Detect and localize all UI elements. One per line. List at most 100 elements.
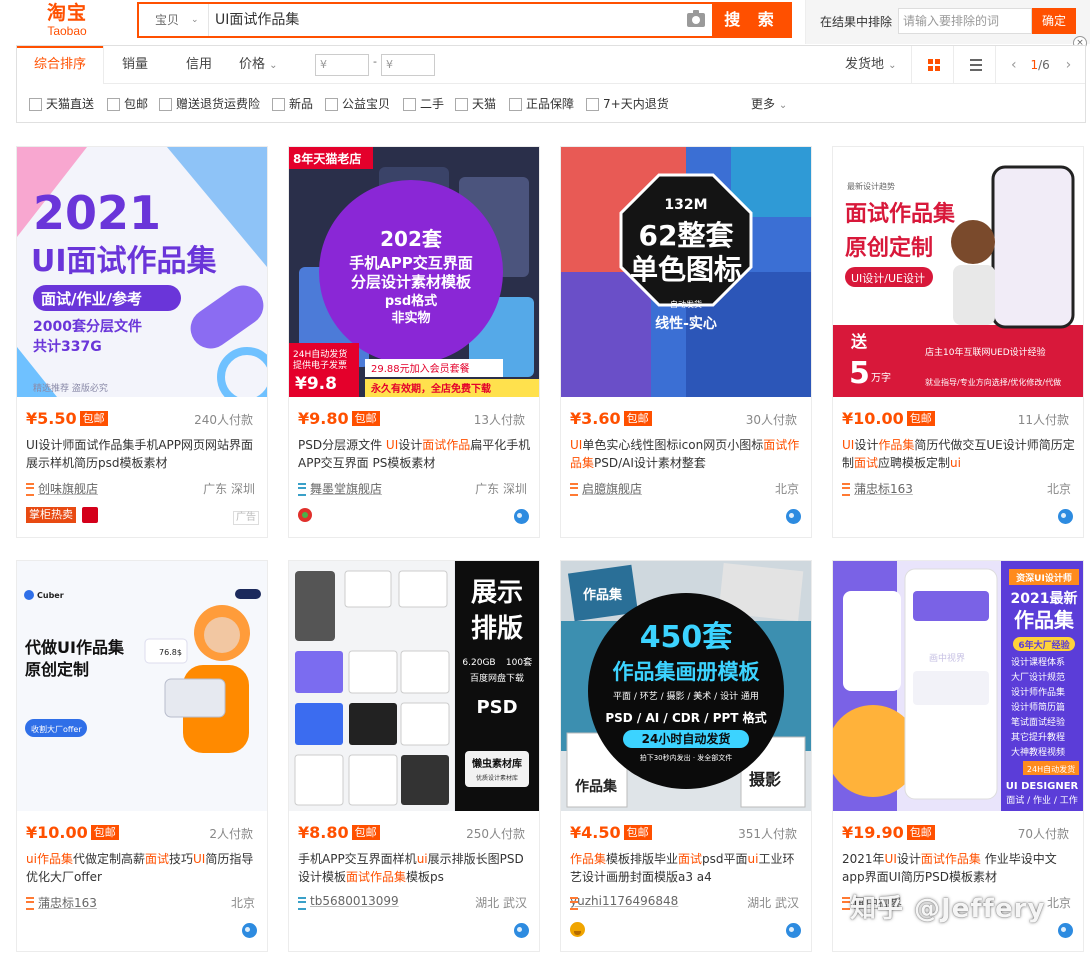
product-image[interactable]: 作品集 作品集 摄影 450套 作品集画册模板 平面 / 环艺 / 摄影 / 美… [561, 561, 811, 811]
product-image[interactable]: Cuber 代做UI作品集 原创定制 收割大厂offer 76.8$ [17, 561, 267, 811]
shop-link[interactable]: 蒲忠标163 [26, 894, 97, 911]
free-shipping-tag: 包邮 [351, 825, 380, 840]
price-max-input[interactable]: ¥ [381, 54, 435, 76]
image-text: UI面试作品集 [31, 244, 218, 279]
sort-price[interactable]: 价格 ⌄ [239, 46, 293, 84]
grid-view-icon[interactable] [928, 59, 940, 71]
wangwang-chat-icon[interactable] [1058, 923, 1073, 938]
title-highlight: UI [193, 852, 206, 866]
sold-count: 13人付款 [473, 413, 525, 427]
free-shipping-tag: 包邮 [906, 825, 935, 840]
product-image[interactable]: 展示 排版 6.20GB 100套 百度网盘下载 PSD 懒虫素材库 优质设计素… [289, 561, 539, 811]
product-image[interactable]: 最新设计趋势 面试作品集 原创定制 UI设计/UE设计 送 5 万字 店主10年… [833, 147, 1083, 397]
title-text: 技巧 [169, 852, 194, 866]
product-title[interactable]: 作品集模板排版毕业面试psd平面ui工业环艺设计画册封面模版a3 a4 [570, 850, 806, 886]
sort-sales[interactable]: 销量 [103, 46, 167, 84]
shop-link[interactable]: 启臆旗舰店 [570, 480, 642, 497]
image-text: 作品集 [575, 778, 618, 795]
checkbox-genuine[interactable]: 正品保障 [509, 96, 574, 112]
checkbox-charity[interactable]: 公益宝贝 [325, 96, 390, 112]
sort-default[interactable]: 综合排序 [17, 46, 103, 84]
chevron-down-icon: ⌄ [778, 100, 788, 111]
wangwang-chat-icon[interactable] [514, 509, 529, 524]
product-title[interactable]: ui作品集代做定制高薪面试技巧UI简历指导优化大厂offer [26, 850, 262, 886]
wangwang-chat-icon[interactable] [786, 923, 801, 938]
title-text: 模板排版毕业 [606, 852, 679, 866]
checkbox-new[interactable]: 新品 [272, 96, 313, 112]
product-title[interactable]: 2021年UI设计面试作品集 作业毕设中文app界面UI简历PSD模板素材 [842, 850, 1078, 886]
search-input[interactable] [215, 4, 685, 36]
title-highlight: ui [26, 852, 37, 866]
checkbox-secondhand[interactable]: 二手 [403, 96, 444, 112]
sort-credit[interactable]: 信用 [167, 46, 231, 84]
exclude-input[interactable]: 请输入要排除的词 [898, 8, 1032, 34]
wangwang-chat-icon[interactable] [514, 923, 529, 938]
image-text: 收割大厂offer [31, 724, 82, 734]
product-title[interactable]: UI设计作品集简历代做交互UE设计师简历定制面试应聘模板定制ui [842, 436, 1078, 472]
image-text: 原创定制 [25, 660, 89, 679]
price-min-input[interactable]: ¥ [315, 54, 369, 76]
chevron-left-icon[interactable]: ‹ [1011, 57, 1017, 73]
chevron-right-icon[interactable]: › [1066, 57, 1072, 73]
image-text: 8年天猫老店 [293, 151, 361, 166]
title-highlight: ui [950, 456, 961, 470]
ship-from-dropdown[interactable]: 发货地 ⌄ [845, 46, 897, 84]
search-type-dropdown[interactable]: 宝贝 ⌄ [139, 4, 209, 36]
image-text: 资深UI设计师 [1016, 572, 1072, 584]
image-text: 万字 [871, 371, 891, 384]
sold-count: 2人付款 [209, 827, 253, 841]
taobao-logo[interactable]: 淘宝 Taobao [37, 2, 97, 40]
image-text: 摄影 [749, 770, 781, 789]
title-highlight: 面试作品集 [346, 870, 407, 884]
sold-count: 11人付款 [1017, 413, 1069, 427]
product-title[interactable]: 手机APP交互界面样机ui展示排版长图PSD设计模板面试作品集模板ps [298, 850, 534, 886]
product-image[interactable]: 8年天猫老店 202套 手机APP交互界面 分层设计素材模板 psd格式 非实物… [289, 147, 539, 397]
camera-icon[interactable] [687, 10, 705, 27]
checkbox-7day-return[interactable]: 7+天内退货 [586, 96, 669, 112]
product-card[interactable]: 最新设计趋势 面试作品集 原创定制 UI设计/UE设计 送 5 万字 店主10年… [832, 146, 1084, 538]
wangwang-chat-icon[interactable] [242, 923, 257, 938]
checkbox-tmall[interactable]: 天猫 [455, 96, 496, 112]
checkbox-free-shipping[interactable]: 包邮 [107, 96, 148, 112]
search-button[interactable]: 搜 索 [712, 2, 792, 38]
checkbox-tmall-direct[interactable]: 天猫直送 [29, 96, 94, 112]
product-image[interactable]: 2021 UI面试作品集 面试/作业/参考 2000套分层文件 共计337G 精… [17, 147, 267, 397]
shop-link[interactable]: 蒲忠标163 [842, 480, 913, 497]
product-card[interactable]: 132M 62整套 单色图标 自动发货 线性-实心 ¥3.60 包邮 30人付款 … [560, 146, 812, 538]
product-card[interactable]: Cuber 代做UI作品集 原创定制 收割大厂offer 76.8$ ¥10.0… [16, 560, 268, 952]
product-card[interactable]: 展示 排版 6.20GB 100套 百度网盘下载 PSD 懒虫素材库 优质设计素… [288, 560, 540, 952]
image-text: 懒虫素材库 [472, 757, 522, 770]
image-text: UI设计/UE设计 [851, 272, 925, 285]
product-card[interactable]: 8年天猫老店 202套 手机APP交互界面 分层设计素材模板 psd格式 非实物… [288, 146, 540, 538]
shop-link[interactable]: yuzhi1176496848 [570, 894, 678, 910]
product-title[interactable]: PSD分层源文件 UI设计面试作品扁平化手机APP交互界面 PS模板素材 [298, 436, 534, 472]
image-text: 优质设计素材库 [476, 774, 518, 782]
more-filters-button[interactable]: 更多 ⌄ [751, 96, 787, 112]
image-text: 百度网盘下载 [470, 672, 524, 684]
title-text: 2021年 [842, 852, 885, 866]
exclude-confirm-button[interactable]: 确定 [1032, 8, 1076, 34]
exclude-panel: 在结果中排除 请输入要排除的词 确定 × [805, 0, 1090, 50]
shop-link[interactable]: 舞墨堂旗舰店 [298, 480, 382, 497]
product-card[interactable]: 2021 UI面试作品集 面试/作业/参考 2000套分层文件 共计337G 精… [16, 146, 268, 538]
product-title[interactable]: UI设计师面试作品集手机APP网页网站界面展示样机简历psd模板素材 [26, 436, 262, 472]
price-box: ¥4.50 包邮 [570, 823, 652, 843]
shop-link[interactable]: tb5680013099 [298, 894, 399, 910]
wangwang-chat-icon[interactable] [786, 509, 801, 524]
wangwang-chat-icon[interactable] [1058, 509, 1073, 524]
product-title[interactable]: UI单色实心线性图标icon网页小图标面试作品集PSD/AI设计素材整套 [570, 436, 806, 472]
price-box: ¥10.00 包邮 [26, 823, 119, 843]
free-shipping-tag: 包邮 [351, 411, 380, 426]
image-text: 24H自动发货 [1027, 764, 1075, 774]
shop-link[interactable]: 创味旗舰店 [26, 480, 98, 497]
product-card[interactable]: 作品集 作品集 摄影 450套 作品集画册模板 平面 / 环艺 / 摄影 / 美… [560, 560, 812, 952]
pager-current: 1 [1030, 58, 1039, 72]
header: 淘宝 Taobao 宝贝 ⌄ 搜 索 在结果中排除 请输入要排除的词 确定 × [0, 0, 1090, 50]
image-text: 其它提升教程 [1011, 731, 1065, 743]
list-view-icon[interactable] [970, 59, 982, 71]
product-image[interactable]: 资深UI设计师 2021最新 作品集 6年大厂经验 设计课程体系 大厂设计规范 … [833, 561, 1083, 811]
checkbox-return-insurance[interactable]: 赠送退货运费险 [159, 96, 260, 112]
price: ¥9.80 [298, 409, 349, 428]
image-text: 面试 / 作业 / 工作 [1006, 794, 1078, 806]
product-image[interactable]: 132M 62整套 单色图标 自动发货 线性-实心 [561, 147, 811, 397]
